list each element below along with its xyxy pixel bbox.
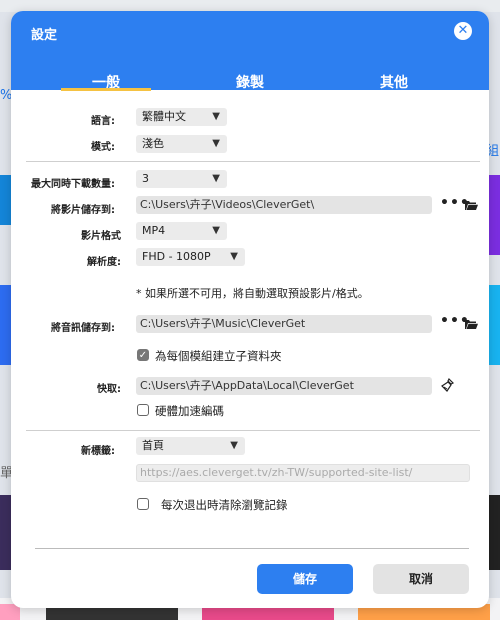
chevron-down-icon: ▼	[212, 173, 220, 184]
chevron-down-icon: ▼	[212, 138, 220, 149]
dialog-header: 設定 ✕ 一般 錄製 其他	[11, 11, 489, 92]
resolution-select[interactable]: FHD - 1080P ▼	[136, 248, 245, 266]
save-button[interactable]: 儲存	[257, 564, 353, 594]
close-icon[interactable]: ✕	[454, 22, 472, 40]
language-value: 繁體中文	[142, 110, 186, 123]
section-divider	[26, 161, 480, 162]
cache-label: 快取:	[97, 384, 121, 395]
language-label: 語言:	[91, 116, 115, 127]
background-thumbnail	[488, 495, 500, 570]
tab-other[interactable]: 其他	[359, 72, 429, 92]
settings-dialog: 設定 ✕ 一般 錄製 其他 語言: 繁體中文 ▼ 模式: 淺色 ▼ 最大同時下載…	[11, 11, 489, 608]
new-tab-label: 新標籤:	[81, 446, 115, 457]
new-tab-value: 首頁	[142, 439, 164, 452]
dialog-title: 設定	[31, 28, 58, 43]
subfolder-checkbox[interactable]: ✓	[137, 349, 149, 361]
folder-icon[interactable]	[465, 319, 478, 329]
mode-select[interactable]: 淺色 ▼	[136, 135, 227, 153]
clear-history-label: 每次退出時清除瀏覽記錄	[161, 498, 288, 512]
format-note: * 如果所選不可用，將自動選取預設影片/格式。	[136, 287, 369, 300]
video-format-value: MP4	[142, 224, 166, 237]
max-downloads-label: 最大同時下載數量:	[31, 179, 115, 190]
chevron-down-icon: ▼	[230, 440, 238, 451]
hw-accel-label: 硬體加速編碼	[155, 404, 224, 418]
broom-icon[interactable]	[441, 378, 455, 392]
cancel-button[interactable]: 取消	[373, 564, 469, 594]
background-thumbnail	[488, 285, 500, 365]
audio-save-path[interactable]: C:\Users\卉子\Music\CleverGet	[136, 315, 432, 333]
chevron-down-icon: ▼	[212, 111, 220, 122]
folder-icon[interactable]	[465, 200, 478, 210]
video-save-path[interactable]: C:\Users\卉子\Videos\CleverGet\	[136, 196, 432, 214]
mode-value: 淺色	[142, 137, 164, 150]
max-downloads-select[interactable]: 3 ▼	[136, 170, 227, 188]
section-divider	[26, 430, 480, 431]
resolution-value: FHD - 1080P	[142, 250, 211, 263]
video-save-label: 將影片儲存到:	[51, 205, 115, 216]
new-tab-url-input[interactable]: https://aes.cleverget.tv/zh-TW/supported…	[136, 464, 470, 482]
hw-accel-checkbox[interactable]	[137, 404, 149, 416]
subfolder-label: 為每個模組建立子資料夾	[155, 349, 282, 363]
tab-active-indicator	[61, 88, 151, 91]
audio-save-label: 將音訊儲存到:	[51, 323, 115, 334]
video-format-select[interactable]: MP4 ▼	[136, 222, 227, 240]
video-format-label: 影片格式	[81, 231, 121, 242]
background-thumbnail	[488, 175, 500, 255]
new-tab-select[interactable]: 首頁 ▼	[136, 437, 245, 455]
chevron-down-icon: ▼	[230, 251, 238, 262]
resolution-label: 解析度:	[87, 257, 121, 268]
footer-divider	[35, 548, 469, 549]
cache-path[interactable]: C:\Users\卉子\AppData\Local\CleverGet	[136, 377, 432, 395]
language-select[interactable]: 繁體中文 ▼	[136, 108, 227, 126]
chevron-down-icon: ▼	[212, 225, 220, 236]
clear-history-checkbox[interactable]	[137, 498, 149, 510]
max-downloads-value: 3	[142, 172, 149, 185]
mode-label: 模式:	[91, 142, 115, 153]
tab-recording[interactable]: 錄製	[215, 72, 285, 92]
